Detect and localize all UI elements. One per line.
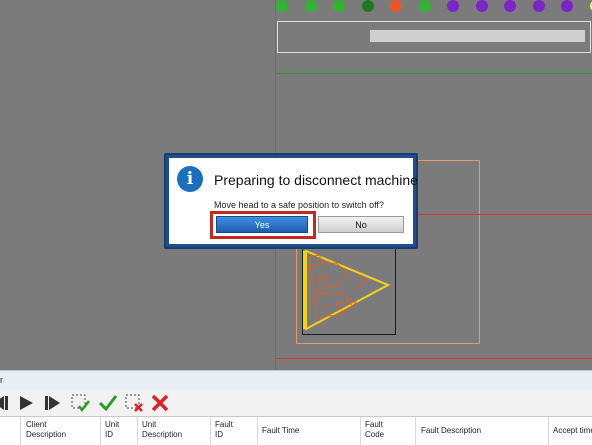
fault-table-header: Client Description Unit ID Unit Descript… xyxy=(0,416,592,445)
column-header[interactable]: Client Description xyxy=(26,420,66,440)
status-dot xyxy=(476,0,488,12)
skip-forward-icon[interactable] xyxy=(42,393,62,413)
fault-toolbar xyxy=(0,390,592,416)
status-dot xyxy=(333,0,345,12)
status-dot xyxy=(305,0,317,12)
column-header[interactable]: Fault Description xyxy=(421,426,481,436)
status-dot xyxy=(533,0,545,12)
column-header[interactable]: Fault Time xyxy=(262,426,299,436)
boundary-line xyxy=(275,73,592,74)
delete-icon[interactable] xyxy=(150,393,170,413)
column-header[interactable]: Accept time xyxy=(553,426,592,436)
status-dot xyxy=(362,0,374,12)
column-header[interactable]: Unit ID xyxy=(105,420,119,440)
status-dot xyxy=(419,0,431,12)
select-check-icon[interactable] xyxy=(70,393,90,413)
skip-back-icon[interactable] xyxy=(0,393,12,413)
status-dot xyxy=(276,0,288,12)
check-icon[interactable] xyxy=(98,393,118,413)
limit-line xyxy=(275,358,592,359)
status-dot xyxy=(447,0,459,12)
yes-button[interactable]: Yes xyxy=(216,216,308,233)
column-header[interactable]: Unit Description xyxy=(142,420,182,440)
status-dot xyxy=(561,0,573,12)
no-button[interactable]: No xyxy=(318,216,404,233)
column-header[interactable]: Fault ID xyxy=(215,420,233,440)
info-icon: i xyxy=(177,166,203,192)
status-dots xyxy=(276,0,592,14)
status-dot xyxy=(504,0,516,12)
dialog-title: Preparing to disconnect machine xyxy=(214,172,418,188)
select-delete-icon[interactable] xyxy=(124,393,144,413)
column-header[interactable]: Fault Code xyxy=(365,420,384,440)
play-icon[interactable] xyxy=(16,393,36,413)
progress-bar xyxy=(370,30,585,42)
dialog-message: Move head to a safe position to switch o… xyxy=(214,200,384,210)
cut-path-graphic xyxy=(296,245,396,335)
panel-title: r xyxy=(0,375,3,385)
panel-header: r xyxy=(0,370,592,391)
status-dot xyxy=(390,0,402,12)
